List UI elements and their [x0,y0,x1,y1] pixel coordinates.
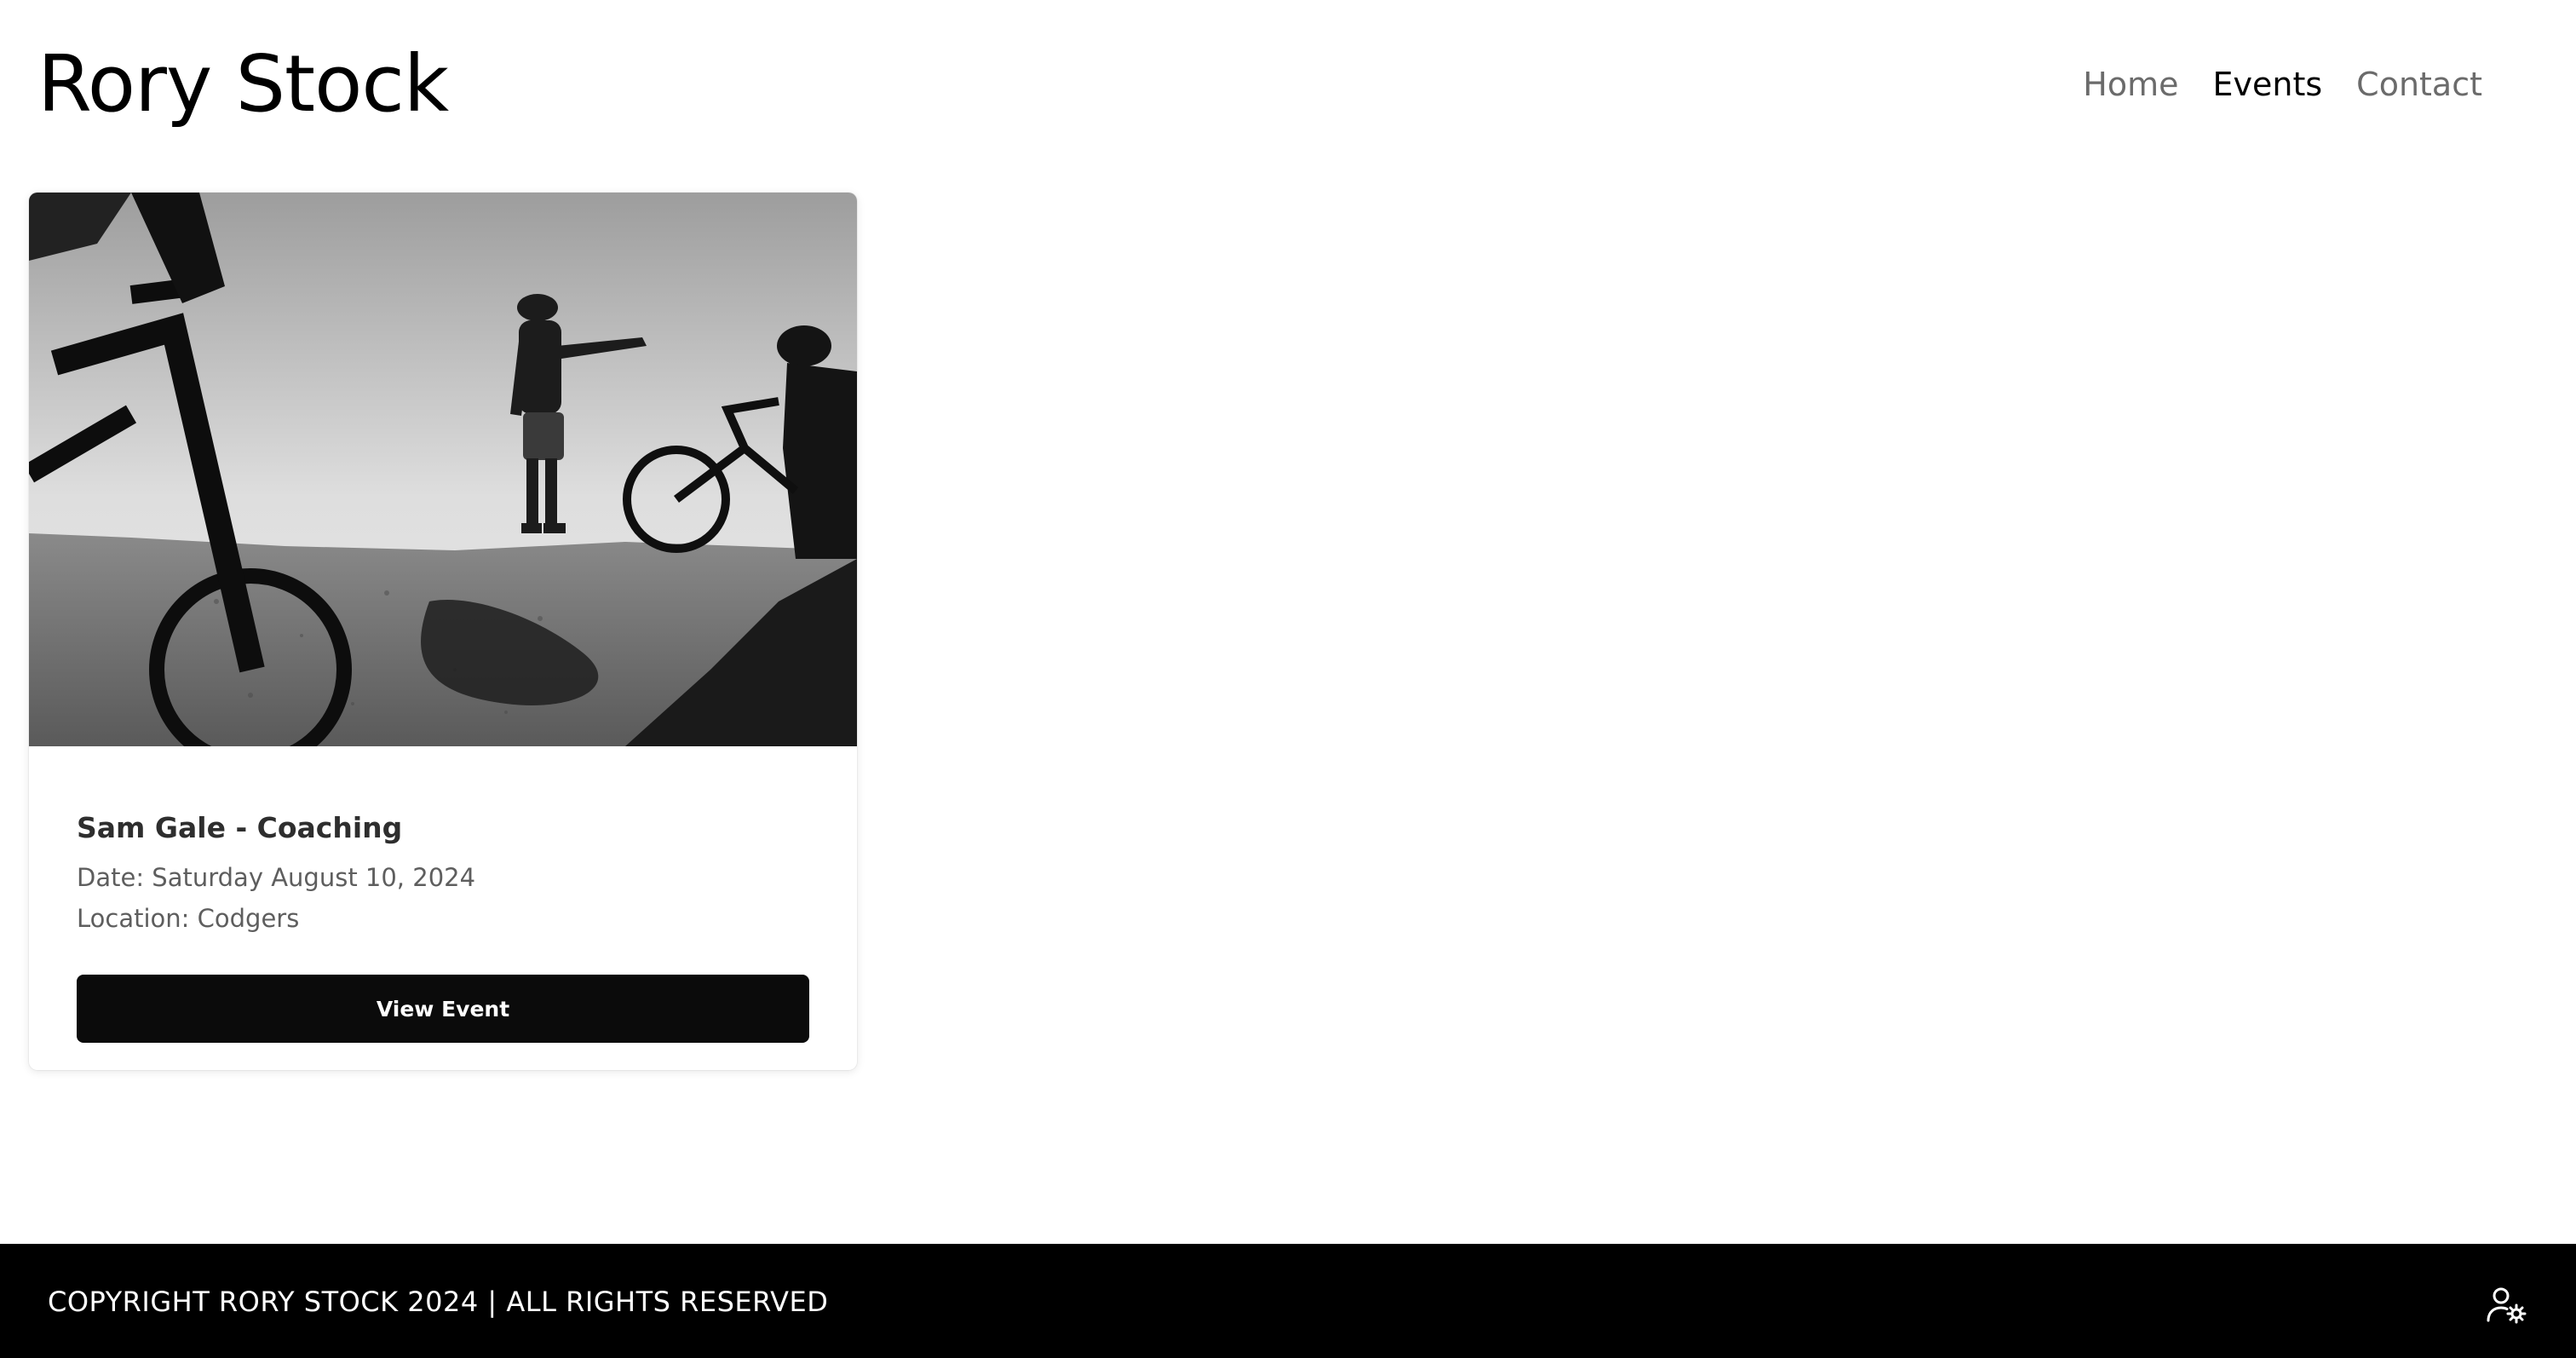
nav-home-link[interactable]: Home [2083,60,2178,109]
event-image [29,193,857,746]
event-title: Sam Gale - Coaching [77,811,403,844]
site-title[interactable]: Rory Stock [37,37,449,131]
event-date: Date: Saturday August 10, 2024 [77,863,476,892]
event-location: Location: Codgers [77,904,300,933]
nav-events-link[interactable]: Events [2212,60,2322,109]
site-header: Rory Stock Home Events Contact [0,0,2576,170]
user-settings-icon[interactable] [2486,1286,2528,1324]
page: Rory Stock Home Events Contact Sam Gale … [0,0,2576,1358]
main-nav: Home Events Contact [2083,60,2482,109]
nav-contact-link[interactable]: Contact [2356,60,2482,109]
site-footer: COPYRIGHT RORY STOCK 2024 | ALL RIGHTS R… [0,1244,2576,1358]
event-card: Sam Gale - Coaching Date: Saturday Augus… [29,193,857,1070]
copyright-text: COPYRIGHT RORY STOCK 2024 | ALL RIGHTS R… [48,1286,829,1318]
view-event-button[interactable]: View Event [77,975,809,1043]
